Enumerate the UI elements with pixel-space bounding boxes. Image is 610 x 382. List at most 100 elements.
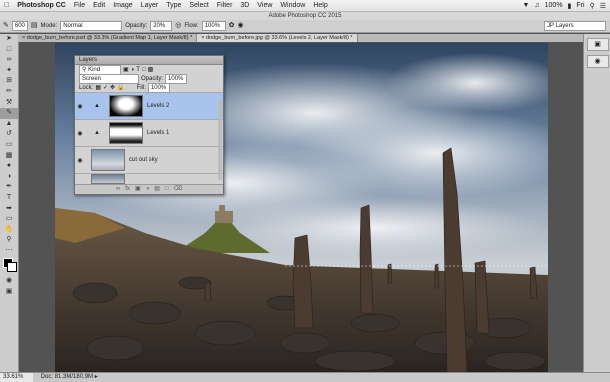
fill-label: Fill: [136,84,146,91]
trash-icon[interactable]: ⌫ [174,185,182,194]
layer-thumbnail[interactable] [91,149,125,171]
flow-field[interactable]: 100% [201,21,226,31]
fill-field[interactable]: 100% [147,82,170,93]
new-group-icon[interactable]: ▤ [154,185,160,194]
lock-position-icon[interactable]: ✥ [110,84,115,91]
mode-select[interactable]: Normal [60,21,123,31]
brush-tool-selected-icon[interactable]: ✎ [0,108,18,119]
layer-row-levels-2[interactable]: ◉ ▲ Levels 2 [75,92,223,119]
layers-scrollbar[interactable] [218,100,222,180]
channels-panel-button[interactable]: ◉ [586,55,609,68]
adjustment-filter-icon[interactable]: ◑ [131,67,135,73]
eraser-icon[interactable]: ▭ [0,140,18,151]
marquee-tool-icon[interactable]: □ [0,45,18,56]
move-tool-icon[interactable]: ➤ [0,34,18,45]
notification-icon[interactable]: ☰ [600,2,606,10]
clone-stamp-icon[interactable]: ▲ [0,119,18,130]
healing-brush-icon[interactable]: ⚒ [0,98,18,109]
eye-icon[interactable]: ◉ [75,103,85,110]
airbrush-icon[interactable]: ✿ [229,22,235,30]
menu-3d[interactable]: 3D [236,2,253,9]
layers-panel-button[interactable]: ▣ [586,38,609,51]
smart-object-filter-icon[interactable]: ▩ [148,66,154,73]
doc-size[interactable]: Doc: 81.3M/180.9M [35,374,93,380]
opacity-label: Opacity: [125,23,148,29]
zoom-tool-icon[interactable]: ⚲ [0,235,18,246]
menu-help[interactable]: Help [309,2,331,9]
crop-tool-icon[interactable]: ⊞ [0,76,18,87]
battery-label[interactable]: 100% [545,2,563,9]
eye-icon[interactable]: ◉ [75,130,85,137]
gradient-icon[interactable]: ▩ [0,151,18,162]
background-color[interactable] [7,262,17,273]
shape-filter-icon[interactable]: □ [142,67,146,73]
new-layer-icon[interactable]: □ [165,185,169,194]
pixel-filter-icon[interactable]: ▣ [123,66,129,73]
menu-layer[interactable]: Layer [137,2,163,9]
tab-jpg[interactable]: × dodge_burn_before.jpg @ 33.6% (Levels … [197,34,358,42]
lock-all-icon[interactable]: 🔒 [117,84,124,91]
pressure-opacity-icon[interactable]: ◎ [175,22,181,30]
menu-edit[interactable]: Edit [89,2,109,9]
menu-filter[interactable]: Filter [213,2,237,9]
screen-mode-icon[interactable]: ▣ [0,287,18,298]
window-title: Adobe Photoshop CC 2015 [0,12,610,20]
color-swatches[interactable] [0,256,18,276]
brush-tool-icon[interactable]: ✎ [3,22,9,30]
quick-mask-icon[interactable]: ◉ [0,276,18,287]
layer-name[interactable]: Levels 1 [147,130,169,136]
workspace-select[interactable]: JP Layers [544,21,606,31]
hand-tool-icon[interactable]: ✋ [0,225,18,236]
menu-select[interactable]: Select [185,2,212,9]
day-label[interactable]: Fri [576,2,584,9]
layer-row-levels-1[interactable]: ◉ ▲ Levels 1 [75,119,223,146]
brush-size-field[interactable]: 600 [11,21,28,31]
pressure-size-icon[interactable]: ◉ [238,22,244,30]
layer-name[interactable]: cut out sky [129,157,158,163]
status-menu-icon[interactable]: ▸ [95,374,98,380]
layer-name[interactable]: Levels 2 [147,103,169,109]
layers-panel[interactable]: Layers ⚲ Kind ▣ ◑ T □ ▩ Screen Opacity: … [74,55,224,195]
type-tool-icon[interactable]: T [0,193,18,204]
blur-tool-icon[interactable]: ● [0,161,18,172]
shape-tool-icon[interactable]: ▭ [0,214,18,225]
brush-panel-icon[interactable]: ▤ [31,22,38,30]
lasso-tool-icon[interactable]: ∞ [0,55,18,66]
eyedropper-icon[interactable]: ✏ [0,87,18,98]
layer-row-partial[interactable] [75,173,223,184]
lock-transparent-icon[interactable]: ▦ [95,84,101,91]
fx-icon[interactable]: fx [125,185,130,194]
blend-mode-select[interactable]: Screen [79,73,139,84]
search-icon[interactable]: ⚲ [590,2,595,10]
quick-select-icon[interactable]: ✦ [0,66,18,77]
apple-icon[interactable]:  [0,2,13,9]
menu-window[interactable]: Window [276,2,309,9]
dodge-tool-icon[interactable]: ◑ [0,172,18,183]
edit-toolbar-icon[interactable]: ⋯ [0,246,18,257]
new-adjustment-icon[interactable]: ◑ [146,185,150,194]
menu-file[interactable]: File [70,2,89,9]
menu-type[interactable]: Type [162,2,185,9]
path-select-icon[interactable]: ➥ [0,204,18,215]
volume-icon[interactable]: ♫ [534,2,539,9]
menu-image[interactable]: Image [109,2,136,9]
layer-row-cut-out-sky[interactable]: ◉ cut out sky [75,146,223,173]
opacity-field[interactable]: 20% [150,21,173,31]
layers-panel-title: Layers [79,57,98,63]
tab-psd[interactable]: × dodge_burn_before.psd @ 33.3% (Gradien… [18,34,198,42]
add-mask-icon[interactable]: ▣ [135,185,141,194]
wifi-icon[interactable]: ▼ [522,2,529,9]
type-filter-icon[interactable]: T [136,67,140,73]
search-icon: ⚲ [82,66,87,73]
tools-panel: ➤ □ ∞ ✦ ⊞ ✏ ⚒ ✎ ▲ ↺ ▭ ▩ ● ◑ ✒ T ➥ ▭ ✋ ⚲ … [0,34,19,372]
history-brush-icon[interactable]: ↺ [0,129,18,140]
lock-pixels-icon[interactable]: ✓ [103,84,108,91]
link-layers-icon[interactable]: ∞ [116,185,120,194]
menu-view[interactable]: View [253,2,276,9]
eye-icon[interactable]: ◉ [75,157,85,164]
layer-thumbnail[interactable] [91,174,125,184]
menu-app[interactable]: Photoshop CC [13,2,70,9]
pen-tool-icon[interactable]: ✒ [0,182,18,193]
layer-mask-thumbnail[interactable] [109,122,143,144]
layer-mask-thumbnail[interactable] [109,95,143,117]
